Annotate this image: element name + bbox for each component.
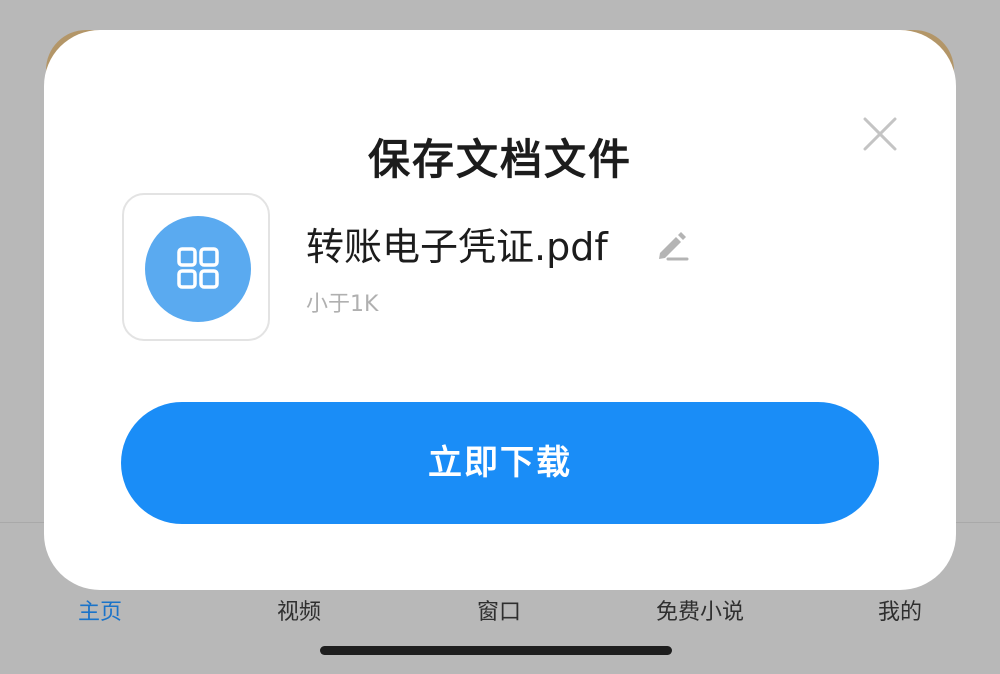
tab-free-novel[interactable]: 免费小说 [656,590,744,636]
grid-apps-icon [145,216,251,322]
save-file-dialog: 保存文档文件 转账电子凭证.pdf 小于1K 立即下载 [44,30,956,590]
file-icon-box [122,193,270,341]
tab-home[interactable]: 主页 [78,590,122,636]
file-name: 转账电子凭证.pdf [306,225,608,269]
tab-mine[interactable]: 我的 [878,590,922,636]
dialog-title: 保存文档文件 [367,135,632,184]
tab-video[interactable]: 视频 [277,590,321,636]
tab-window[interactable]: 窗口 [477,590,521,636]
download-button[interactable]: 立即下载 [121,402,879,524]
file-size: 小于1K [306,292,379,317]
pencil-icon[interactable] [654,228,690,262]
close-icon[interactable] [860,114,900,154]
bottom-tab-bar: 主页 视频 窗口 免费小说 我的 [0,590,1000,636]
home-indicator[interactable] [320,646,672,655]
